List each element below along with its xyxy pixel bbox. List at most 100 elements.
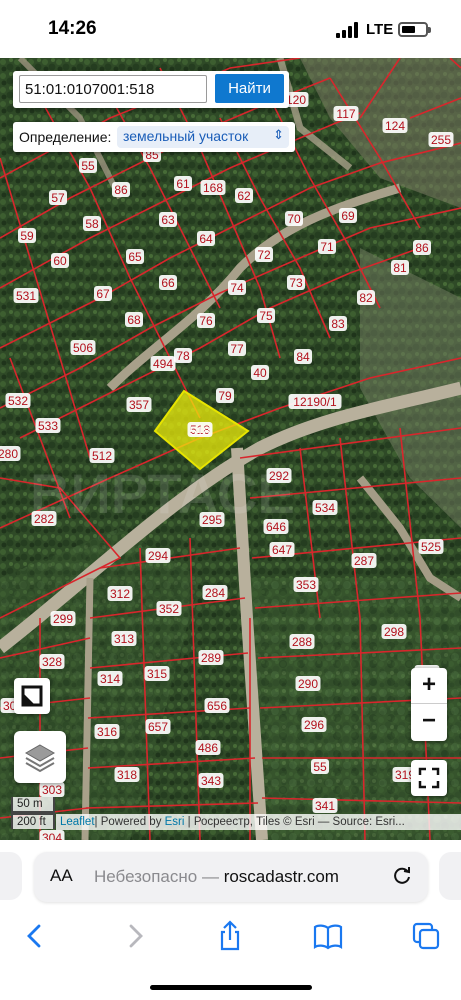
parcel-number[interactable]: 341 [315,799,335,813]
parcel-number[interactable]: 55 [81,159,95,173]
parcel-number[interactable]: 81 [393,261,407,275]
parcel-number[interactable]: 343 [201,774,221,788]
highlighted-parcel-number[interactable]: 518 [190,424,210,438]
parcel-number[interactable]: 318 [117,768,137,782]
parcel-number[interactable]: 353 [296,578,316,592]
parcel-number[interactable]: 40 [253,366,267,380]
next-tab-peek[interactable] [439,852,461,900]
parcel-number[interactable]: 288 [292,635,312,649]
parcel-number[interactable]: 315 [147,667,167,681]
parcel-number[interactable]: 72 [257,248,271,262]
parcel-number[interactable]: 61 [176,177,190,191]
parcel-number[interactable]: 506 [73,341,93,355]
back-icon[interactable] [17,918,53,954]
parcel-number[interactable]: 647 [272,543,292,557]
parcel-number[interactable]: 290 [298,677,318,691]
parcel-number[interactable]: 65 [128,250,142,264]
forward-icon[interactable] [117,918,153,954]
parcel-number[interactable]: 314 [100,672,120,686]
parcel-number[interactable]: 296 [304,718,324,732]
parcel-number[interactable]: 313 [114,632,134,646]
share-icon[interactable] [212,918,248,954]
parcel-number[interactable]: 295 [202,513,222,527]
parcel-number[interactable]: 494 [153,357,173,371]
parcel-number[interactable]: 168 [203,181,223,195]
parcel-number[interactable]: 292 [269,469,289,483]
parcel-number[interactable]: 284 [205,586,225,600]
reload-icon[interactable] [390,863,414,887]
leaflet-link[interactable]: Leaflet [60,816,95,828]
parcel-number[interactable]: 59 [20,229,34,243]
zoom-in-button[interactable]: + [411,668,447,704]
parcel-number[interactable]: 316 [97,725,117,739]
parcel-number[interactable]: 646 [266,520,286,534]
parcel-number[interactable]: 79 [218,389,232,403]
tabs-icon[interactable] [408,918,444,954]
parcel-number[interactable]: 70 [287,212,301,226]
measure-button[interactable] [14,678,50,714]
parcel-number[interactable]: 656 [207,699,227,713]
parcel-number[interactable]: 280 [0,447,18,461]
parcel-number[interactable]: 120 [286,93,306,107]
parcel-number[interactable]: 83 [331,317,345,331]
parcel-number[interactable]: 55 [313,760,327,774]
parcel-number[interactable]: 69 [341,209,355,223]
parcel-number[interactable]: 63 [161,213,175,227]
parcel-number[interactable]: 58 [85,217,99,231]
parcel-number[interactable]: 68 [127,313,141,327]
parcel-number[interactable]: 298 [384,625,404,639]
parcel-number[interactable]: 531 [16,289,36,303]
esri-link[interactable]: Esri [165,816,185,828]
cadastral-search-input[interactable] [19,75,207,103]
parcel-number[interactable]: 82 [359,291,373,305]
parcel-number[interactable]: 657 [148,720,168,734]
fullscreen-button[interactable] [411,760,447,796]
parcel-number[interactable]: 62 [237,189,251,203]
parcel-number[interactable]: 117 [336,107,355,121]
parcel-number[interactable]: 67 [96,287,110,301]
parcel-number[interactable]: 328 [42,655,62,669]
parcel-number[interactable]: 84 [296,350,310,364]
find-button[interactable]: Найти [215,74,284,103]
bookmarks-icon[interactable] [310,918,346,954]
parcel-number[interactable]: 299 [53,612,73,626]
parcel-number[interactable]: 71 [320,240,334,254]
parcel-number[interactable]: 12190/1 [293,395,337,409]
parcel-number[interactable]: 73 [289,276,303,290]
parcel-number[interactable]: 532 [8,394,28,408]
parcel-number[interactable]: 534 [315,501,335,515]
zoom-out-button[interactable]: − [411,704,447,740]
parcel-number[interactable]: 287 [354,554,374,568]
parcel-number[interactable]: 294 [148,549,168,563]
parcel-number[interactable]: 64 [199,232,213,246]
parcel-number[interactable]: 77 [230,342,244,356]
address-bar[interactable]: AA Небезопасно — roscadastr.com [34,852,428,902]
parcel-number[interactable]: 78 [176,349,190,363]
parcel-number[interactable]: 533 [38,419,58,433]
parcel-number[interactable]: 255 [431,133,451,147]
parcel-number[interactable]: 525 [421,540,441,554]
reader-aa-button[interactable]: AA [50,866,73,886]
parcel-number[interactable]: 303 [42,783,62,797]
parcel-number[interactable]: 289 [201,651,221,665]
parcel-number[interactable]: 66 [161,276,175,290]
parcel-number[interactable]: 75 [259,309,273,323]
parcel-number[interactable]: 74 [230,281,244,295]
parcel-number[interactable]: 312 [110,587,130,601]
parcel-number[interactable]: 486 [198,741,218,755]
layers-button[interactable] [14,731,66,783]
parcel-number[interactable]: 76 [199,314,213,328]
parcel-number[interactable]: 124 [385,119,405,133]
parcel-number[interactable]: 352 [159,602,179,616]
parcel-number[interactable]: 57 [51,191,65,205]
previous-tab-peek[interactable] [0,852,22,900]
parcel-number[interactable]: 357 [129,398,149,412]
parcel-number[interactable]: 86 [415,241,429,255]
parcel-number[interactable]: 304 [42,831,62,840]
parcel-number[interactable]: 86 [114,183,128,197]
map-view[interactable]: ВИРТАСЕ 120 117 124 255 85 55 57 86 61 168 62 59 58 6… [0,58,461,840]
satellite-map[interactable]: ВИРТАСЕ 12011712425585555786 61 168625958 6… [0,58,461,840]
definition-select[interactable]: земельный участок ⇕ [117,126,289,148]
parcel-number[interactable]: 282 [34,512,54,526]
parcel-number[interactable]: 60 [53,254,67,268]
